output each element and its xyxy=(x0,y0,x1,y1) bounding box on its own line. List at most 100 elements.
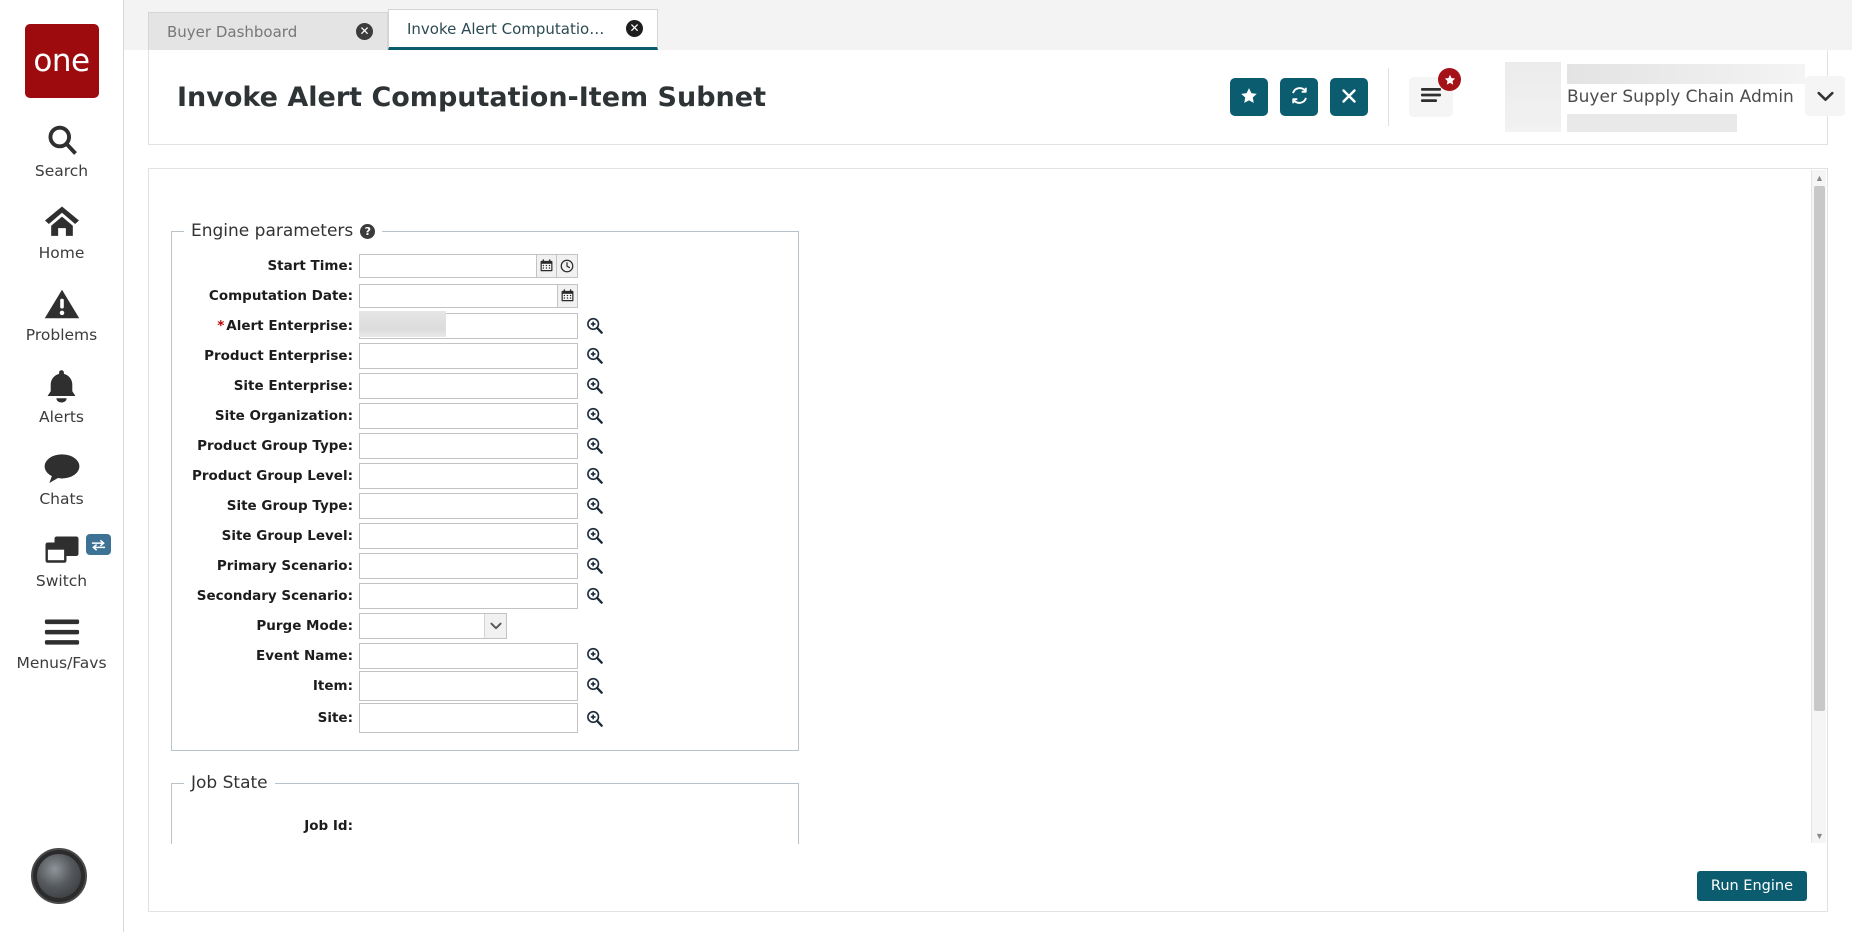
sidebar-item-label: Chats xyxy=(39,490,84,508)
one-network-logo[interactable]: one xyxy=(24,24,99,98)
purge-mode-select-wrapper[interactable] xyxy=(359,612,507,639)
hamburger-menu-icon xyxy=(1419,86,1443,109)
event-name-input[interactable] xyxy=(359,642,578,669)
sidebar-item-switch[interactable]: Switch xyxy=(7,530,117,590)
magnifier-plus-icon[interactable] xyxy=(582,703,606,733)
user-placeholder-bottom xyxy=(1567,114,1737,132)
label-text: Site Group Type xyxy=(226,497,348,514)
field-control xyxy=(359,552,606,579)
sidebar-item-alerts[interactable]: Alerts xyxy=(7,366,117,426)
field-control xyxy=(359,342,606,369)
site-organization-input[interactable] xyxy=(359,402,578,429)
swap-arrows-icon[interactable] xyxy=(85,534,111,555)
field-label: Site Enterprise: xyxy=(233,377,353,394)
field-label: Site: xyxy=(317,710,353,726)
primary-scenario-input[interactable] xyxy=(359,552,578,579)
alert-enterprise-input[interactable] xyxy=(359,312,578,339)
tab-buyer-dashboard[interactable]: Buyer Dashboard ✕ xyxy=(148,12,388,50)
tab-label: Buyer Dashboard xyxy=(167,22,298,41)
label-text: Alert Enterprise xyxy=(226,317,348,334)
field-row-event-name: Event Name: xyxy=(172,641,798,670)
field-row-job-id: Job Id: xyxy=(172,811,798,840)
field-control xyxy=(359,310,606,339)
page-header: Invoke Alert Computation-Item Subnet Buy… xyxy=(148,50,1845,145)
field-label: Site Group Level: xyxy=(221,527,353,544)
tab-label: Invoke Alert Computation-Item S... xyxy=(407,19,612,38)
close-circle-icon[interactable]: ✕ xyxy=(356,23,373,40)
label-text: Computation Date xyxy=(208,287,348,304)
close-circle-icon[interactable]: ✕ xyxy=(626,20,643,37)
clock-icon[interactable] xyxy=(557,253,578,278)
site-enterprise-input[interactable] xyxy=(359,372,578,399)
job-state-fieldset: Job State Job Id: xyxy=(171,773,799,844)
sidebar-item-chats[interactable]: Chats xyxy=(7,448,117,508)
product-group-type-input[interactable] xyxy=(359,432,578,459)
magnifier-plus-icon[interactable] xyxy=(582,583,606,609)
product-enterprise-input[interactable] xyxy=(359,342,578,369)
tab-invoke-alert-computation[interactable]: Invoke Alert Computation-Item S... ✕ xyxy=(388,9,658,50)
magnifier-plus-icon[interactable] xyxy=(582,643,606,669)
magnifier-plus-icon[interactable] xyxy=(582,463,606,489)
calendar-icon[interactable] xyxy=(536,253,557,278)
vertical-scrollbar[interactable]: ▲ ▼ xyxy=(1811,170,1826,843)
user-context-selector[interactable]: Buyer Supply Chain Admin xyxy=(1505,62,1845,132)
field-label: Primary Scenario: xyxy=(216,557,353,574)
caret-up-icon[interactable]: ▲ xyxy=(1812,170,1827,185)
label-text: Site Enterprise xyxy=(233,377,348,394)
sidebar-item-label: Menus/Favs xyxy=(16,654,107,672)
magnifier-plus-icon[interactable] xyxy=(582,313,606,339)
field-row-purge-mode: Purge Mode: xyxy=(172,611,798,640)
menus-favorites-button[interactable] xyxy=(1409,68,1461,117)
magnifier-plus-icon[interactable] xyxy=(582,343,606,369)
label-text: Product Group Type xyxy=(197,437,348,454)
site-input[interactable] xyxy=(359,703,578,733)
sidebar-item-menus-favs[interactable]: Menus/Favs xyxy=(7,612,117,672)
run-engine-button[interactable]: Run Engine xyxy=(1696,870,1807,901)
label-text: Item xyxy=(312,677,348,694)
caret-down-icon[interactable]: ▼ xyxy=(1812,828,1827,843)
field-control xyxy=(359,612,507,639)
favorite-button[interactable] xyxy=(1230,78,1268,116)
site-group-level-input[interactable] xyxy=(359,522,578,549)
left-sidebar: one Search Home Problems Alerts Chats Sw… xyxy=(0,0,124,932)
magnifier-plus-icon[interactable] xyxy=(582,373,606,399)
magnifier-plus-icon[interactable] xyxy=(582,671,606,701)
calendar-icon[interactable] xyxy=(557,283,578,308)
header-action-group xyxy=(1230,78,1368,116)
item-input[interactable] xyxy=(359,670,578,701)
close-button[interactable] xyxy=(1330,78,1368,116)
label-text: Product Group Level xyxy=(192,467,348,484)
computation-date-input[interactable] xyxy=(359,283,557,308)
field-label: Product Enterprise: xyxy=(204,347,353,364)
field-row-start-time: Start Time: xyxy=(172,251,798,280)
windows-stack-icon xyxy=(44,530,80,570)
refresh-button[interactable] xyxy=(1280,78,1318,116)
page-title: Invoke Alert Computation-Item Subnet xyxy=(177,81,766,113)
chevron-down-icon[interactable] xyxy=(1805,76,1845,116)
hamburger-icon xyxy=(43,612,81,652)
magnifier-plus-icon[interactable] xyxy=(582,403,606,429)
field-row-product-enterprise: Product Enterprise: xyxy=(172,341,798,370)
product-group-level-input[interactable] xyxy=(359,462,578,489)
engine-parameters-fieldset: Engine parameters ? Start Time: Computat… xyxy=(171,221,799,751)
sidebar-item-search[interactable]: Search xyxy=(7,120,117,180)
magnifier-plus-icon[interactable] xyxy=(582,553,606,579)
site-group-type-input[interactable] xyxy=(359,492,578,519)
sidebar-item-problems[interactable]: Problems xyxy=(7,284,117,344)
field-row-site-organization: Site Organization: xyxy=(172,401,798,430)
magnifier-plus-icon[interactable] xyxy=(582,433,606,459)
user-avatar[interactable] xyxy=(31,848,87,904)
field-row-alert-enterprise: * Alert Enterprise: xyxy=(172,310,798,340)
magnifier-plus-icon[interactable] xyxy=(582,523,606,549)
question-mark-icon[interactable]: ? xyxy=(360,223,376,239)
chat-bubble-icon xyxy=(43,448,81,488)
field-control xyxy=(359,432,606,459)
sidebar-item-home[interactable]: Home xyxy=(7,202,117,262)
secondary-scenario-input[interactable] xyxy=(359,582,578,609)
start-time-input[interactable] xyxy=(359,253,536,278)
application-window: one Search Home Problems Alerts Chats Sw… xyxy=(0,0,1852,932)
purge-mode-select[interactable] xyxy=(359,612,507,639)
magnifier-plus-icon[interactable] xyxy=(582,493,606,519)
field-label: * Alert Enterprise: xyxy=(217,317,353,334)
scrollbar-thumb[interactable] xyxy=(1814,186,1825,711)
